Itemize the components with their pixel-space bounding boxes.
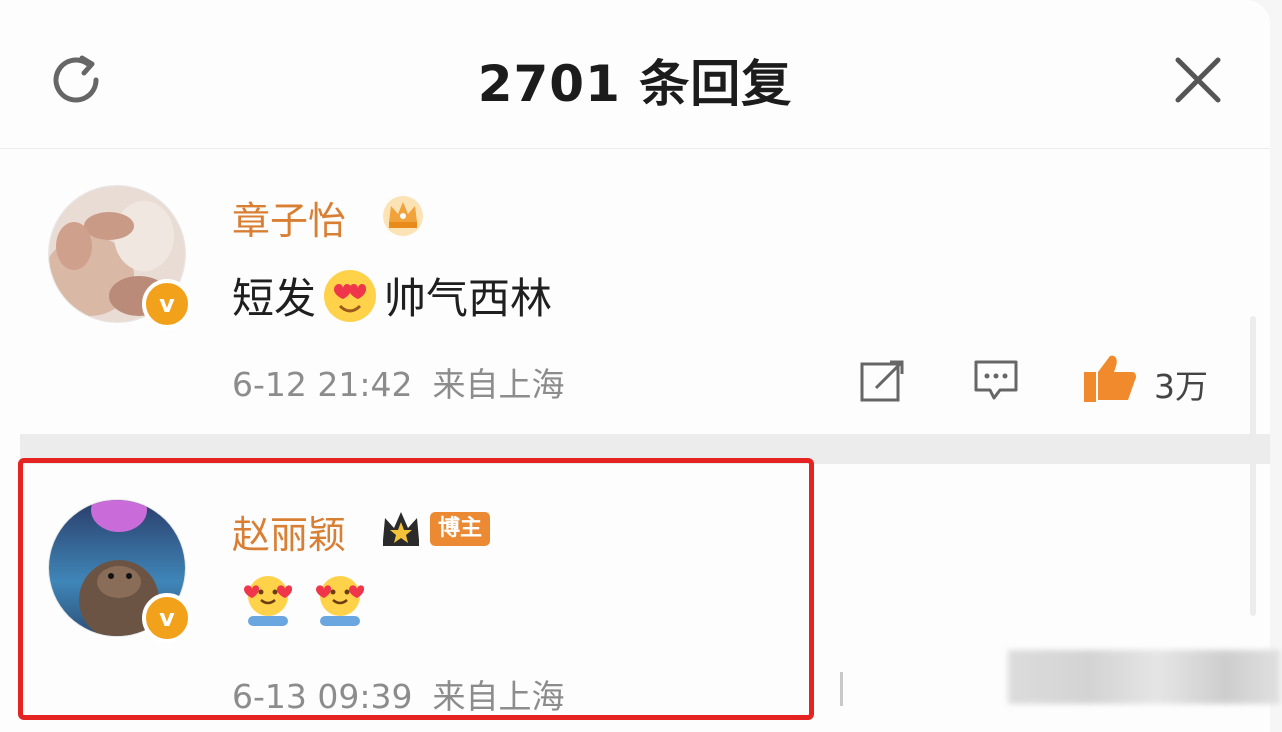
crown-icon	[383, 196, 423, 236]
panel-header: 2701 条回复	[0, 0, 1270, 149]
verified-v-icon: v	[142, 279, 192, 329]
avatar[interactable]: v	[48, 499, 192, 643]
username[interactable]: 赵丽颖	[232, 504, 346, 559]
comment-meta: 6-13 09:39 来自上海	[232, 670, 565, 718]
close-icon	[1175, 57, 1221, 103]
blogger-tag: 博主	[430, 512, 491, 546]
heart-eyes-emoji	[324, 269, 377, 322]
hug-emoji	[316, 576, 365, 626]
location: 来自上海	[432, 677, 565, 716]
repost-icon	[860, 360, 904, 402]
comment-meta: 6-12 21:42 来自上海	[232, 358, 565, 406]
crown-icon	[383, 512, 419, 546]
comment-divider	[20, 434, 1270, 464]
timestamp: 6-13 09:39	[232, 677, 413, 716]
reply-button[interactable]	[972, 356, 1020, 404]
like-button[interactable]: 3万	[1082, 352, 1232, 408]
page-title: 2701 条回复	[477, 55, 793, 113]
repost-button[interactable]	[858, 358, 906, 404]
comment-text: 短发 帅气西林	[232, 265, 552, 326]
comment-icon	[974, 360, 1018, 400]
timestamp: 6-12 21:42	[232, 365, 413, 404]
comment-text-part: 帅气西林	[384, 274, 553, 323]
username[interactable]: 章子怡	[232, 190, 346, 245]
cursor-mark	[840, 672, 843, 706]
thumbs-up-icon	[1084, 355, 1136, 402]
like-count: 3万	[1154, 367, 1208, 406]
verified-v-icon: v	[142, 593, 192, 643]
blurred-area	[1008, 650, 1280, 704]
replies-panel: 2701 条回复 v 章子怡 短发 帅气西林 6-12 21:42 来自上海 3…	[0, 0, 1280, 732]
comment-text	[232, 570, 376, 630]
avatar[interactable]: v	[48, 185, 192, 329]
hug-emoji	[244, 576, 293, 626]
comment-item: v 章子怡 短发 帅气西林 6-12 21:42 来自上海 3万	[0, 150, 1270, 432]
location: 来自上海	[432, 365, 565, 404]
comment-text-part: 短发	[232, 274, 317, 323]
close-button[interactable]	[1170, 52, 1226, 108]
